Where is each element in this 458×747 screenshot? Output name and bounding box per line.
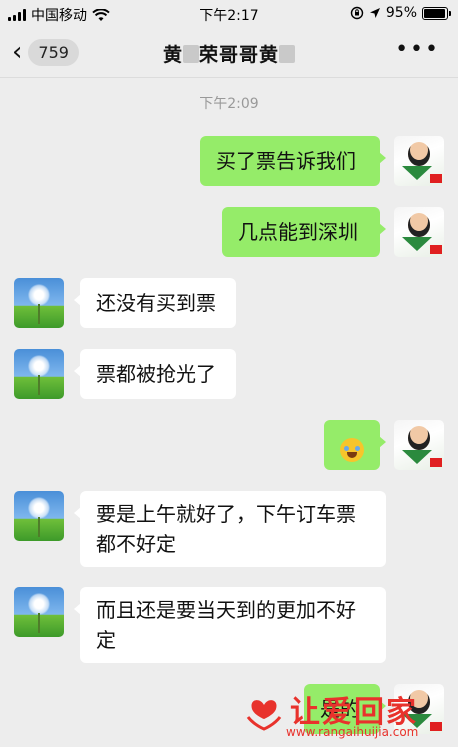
status-right: 95% <box>350 5 451 21</box>
message-bubble-received[interactable]: 还没有买到票 <box>74 278 236 328</box>
battery-level <box>424 8 445 18</box>
my-avatar[interactable] <box>394 420 444 470</box>
message-text: 要是上午就好了，下午订车票都不好定 <box>96 502 356 556</box>
message-bubble-received[interactable]: 票都被抢光了 <box>74 349 236 399</box>
message-text: 票都被抢光了 <box>96 362 216 386</box>
message-bubble-received[interactable]: 而且还是要当天到的更加不好定 <box>74 587 386 663</box>
battery-percent: 95% <box>385 5 417 21</box>
message-bubble-sent[interactable]: 买了票告诉我们 <box>200 136 386 186</box>
chat-title-part2: 荣哥哥黄 <box>199 44 280 66</box>
friend-avatar[interactable] <box>14 278 64 328</box>
more-options-button[interactable]: ••• <box>395 37 440 62</box>
chat-title: 黄荣哥哥黄 <box>0 40 458 67</box>
laughing-emoji-icon <box>340 437 364 462</box>
message-text: 还没有买到票 <box>96 291 216 315</box>
chat-title-part1: 黄 <box>162 44 183 66</box>
battery-icon <box>422 6 451 20</box>
message-text: 几点能到深圳 <box>238 220 358 244</box>
message-bubble-sent[interactable]: 几点能到深圳 <box>222 207 386 257</box>
heart-hands-logo-icon <box>246 700 282 731</box>
friend-avatar[interactable] <box>14 349 64 399</box>
orientation-lock-icon <box>350 6 364 20</box>
message-text: 买了票告诉我们 <box>216 149 356 173</box>
watermark-url: www.rangaihuijia.com <box>286 725 419 739</box>
my-avatar[interactable] <box>394 136 444 186</box>
site-watermark: 让爱回家 www.rangaihuijia.com <box>244 687 444 743</box>
message-bubble-sent[interactable] <box>324 420 386 470</box>
redaction-block <box>183 45 199 63</box>
redaction-block <box>279 45 296 63</box>
status-bar: 中国移动 下午2:17 95% <box>0 0 458 28</box>
message-text: 而且还是要当天到的更加不好定 <box>96 598 356 652</box>
message-bubble-received[interactable]: 要是上午就好了，下午订车票都不好定 <box>74 491 386 567</box>
message-timestamp: 下午2:09 <box>199 96 259 112</box>
my-avatar[interactable] <box>394 207 444 257</box>
friend-avatar[interactable] <box>14 491 64 541</box>
location-arrow-icon <box>369 8 380 18</box>
friend-avatar[interactable] <box>14 587 64 637</box>
chat-header: ‹ 759 黄荣哥哥黄 ••• <box>0 28 458 78</box>
more-icon: ••• <box>395 37 440 62</box>
